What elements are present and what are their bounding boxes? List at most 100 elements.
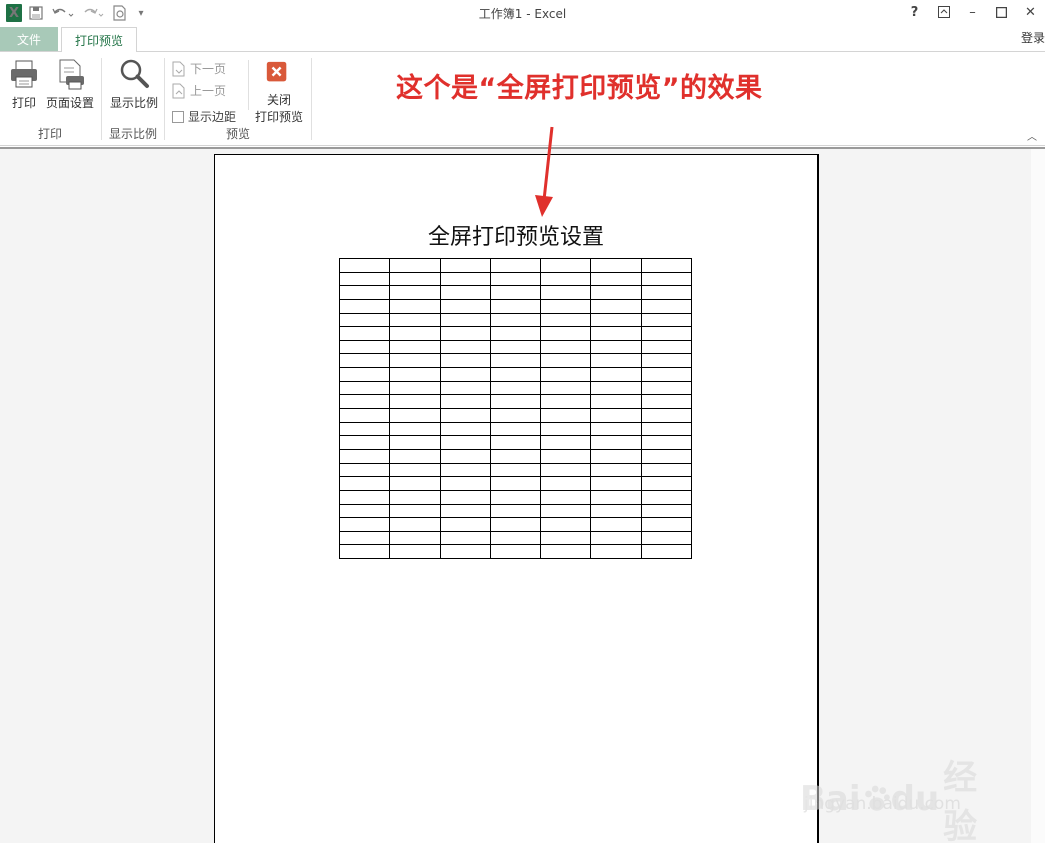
table-row (338, 435, 693, 450)
table-cell (389, 298, 441, 314)
maximize-icon[interactable] (987, 0, 1016, 24)
table-cell (640, 489, 693, 505)
table-cell (640, 298, 693, 314)
table-cell (540, 476, 592, 491)
table-row (338, 367, 693, 382)
table-cell (640, 503, 693, 519)
table-cell (389, 489, 441, 505)
tab-print-preview[interactable]: 打印预览 (61, 27, 137, 52)
table-row (338, 530, 693, 546)
table-cell (338, 489, 391, 505)
ribbon-display-icon[interactable] (929, 0, 958, 24)
table-cell (489, 421, 542, 437)
table-cell (489, 285, 542, 300)
table-cell (590, 476, 642, 491)
table-cell (640, 326, 693, 341)
table-cell (540, 448, 592, 464)
table-cell (439, 271, 491, 287)
close-preview-button[interactable]: 关闭 打印预览 (253, 58, 305, 125)
table-cell (439, 339, 491, 355)
table-cell (640, 271, 693, 287)
table-cell (338, 353, 391, 369)
table-cell (338, 408, 391, 423)
print-button[interactable]: 打印 (8, 58, 40, 111)
table-cell (540, 435, 592, 450)
table-cell (389, 530, 441, 546)
table-cell (590, 326, 642, 341)
table-cell (640, 285, 693, 300)
table-cell (540, 462, 592, 478)
table-cell (489, 435, 542, 450)
prev-page-icon (172, 83, 185, 98)
table-cell (389, 258, 441, 273)
table-cell (590, 312, 642, 328)
group-preview: 下一页 上一页 显示边距 关闭 打印预览 预览 (165, 56, 311, 144)
page-setup-button[interactable]: 页面设置 (44, 58, 96, 111)
table-cell (640, 462, 693, 478)
close-icon[interactable]: ✕ (1016, 0, 1045, 24)
table-cell (590, 367, 642, 382)
annotation-arrow (535, 126, 554, 217)
checkbox[interactable] (172, 110, 184, 123)
table-row (338, 258, 693, 273)
table-cell (540, 339, 592, 355)
table-cell (489, 380, 542, 396)
table-cell (590, 462, 642, 478)
table-cell (640, 339, 693, 355)
show-margins-checkbox[interactable]: 显示边距 (172, 108, 236, 125)
sign-in-link[interactable]: 登录 (1021, 29, 1045, 46)
table-cell (389, 476, 441, 491)
table-cell (338, 312, 391, 328)
table-row (338, 503, 693, 519)
table-cell (590, 380, 642, 396)
table-row (338, 421, 693, 437)
table-cell (439, 285, 491, 300)
help-icon[interactable]: ? (900, 0, 929, 24)
table-cell (439, 394, 491, 410)
table-cell (640, 394, 693, 410)
tab-file[interactable]: 文件 (0, 27, 58, 51)
table-cell (540, 258, 592, 273)
table-cell (489, 408, 542, 423)
table-cell (590, 448, 642, 464)
page-setup-icon (59, 59, 84, 90)
table-cell (540, 312, 592, 328)
zoom-icon (120, 59, 149, 88)
table-cell (338, 271, 391, 287)
table-cell (389, 353, 441, 369)
table-cell (540, 298, 592, 314)
table-cell (590, 544, 642, 560)
table-cell (338, 367, 391, 382)
table-cell (338, 421, 391, 437)
table-cell (540, 271, 592, 287)
table-cell (338, 298, 391, 314)
table-row (338, 408, 693, 423)
table-cell (640, 435, 693, 450)
group-print: 打印 页面设置 打印 (0, 56, 100, 144)
collapse-ribbon-icon[interactable]: ︿ (1027, 128, 1037, 143)
next-page-button[interactable]: 下一页 (172, 60, 226, 77)
table-row (338, 339, 693, 355)
minimize-icon[interactable]: – (958, 0, 987, 24)
table-cell (640, 312, 693, 328)
table-row (338, 285, 693, 300)
table-row (338, 380, 693, 396)
table-cell (540, 421, 592, 437)
watermark-url: jingyan.baidu.com (804, 794, 961, 814)
table-cell (489, 258, 542, 273)
table-cell (338, 394, 391, 410)
table-cell (389, 517, 441, 532)
table-cell (489, 326, 542, 341)
close-preview-label-1: 关闭 (266, 93, 291, 107)
table-cell (338, 448, 391, 464)
table-cell (590, 339, 642, 355)
vertical-scrollbar[interactable] (1031, 149, 1045, 843)
prev-page-button[interactable]: 上一页 (172, 82, 226, 99)
table-cell (489, 476, 542, 491)
table-cell (389, 421, 441, 437)
table-cell (439, 326, 491, 341)
table-cell (389, 326, 441, 341)
table-cell (489, 271, 542, 287)
table-cell (439, 544, 491, 560)
zoom-button[interactable]: 显示比例 (108, 58, 160, 111)
